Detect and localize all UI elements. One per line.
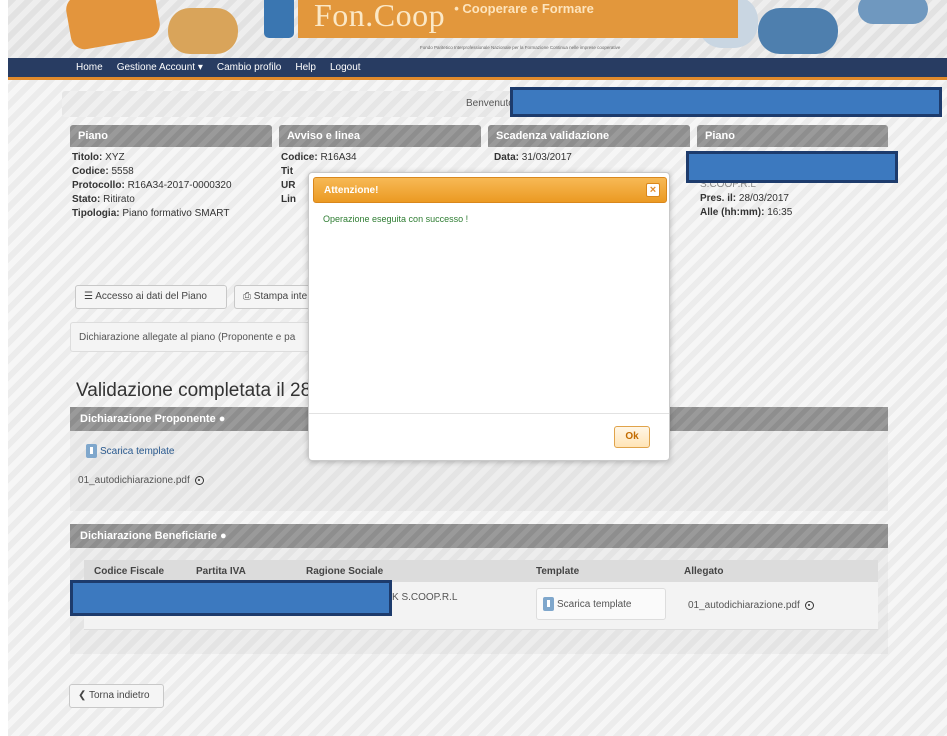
avviso-url-partial: UR <box>281 180 296 191</box>
allegato-file-label: 01_autodichiarazione.pdf <box>688 600 800 611</box>
puzzle-decoration <box>63 0 163 52</box>
protocollo-label: Protocollo: <box>72 180 125 191</box>
proponente-scarica-link[interactable]: Scarica template <box>86 444 174 458</box>
welcome-label: Benvenuto <box>466 98 514 109</box>
puzzle-decoration <box>858 0 928 24</box>
chevron-down-icon: ▾ <box>197 62 203 73</box>
puzzle-decoration <box>758 8 838 54</box>
stampa-button[interactable]: ⎙ Stampa inte <box>234 285 310 309</box>
panel-piano2-body: S.COOP.R.L Pres. il: 28/03/2017 Alle (hh… <box>700 178 888 220</box>
panel-piano2-title: Piano <box>697 125 888 147</box>
tipologia-label: Tipologia: <box>72 208 120 219</box>
download-icon <box>543 597 554 611</box>
tipologia-value: Piano formativo SMART <box>122 208 230 219</box>
nav-help[interactable]: Help <box>295 62 316 73</box>
logo-mark <box>264 0 294 38</box>
site-logo[interactable]: Fon.Coop • Cooperare e Formare <box>298 0 738 38</box>
page-background: Fon.Coop • Cooperare e Formare Fondo Par… <box>8 0 947 736</box>
close-icon[interactable]: × <box>646 183 660 197</box>
stampa-label: Stampa inte <box>253 291 308 302</box>
chevron-left-icon: ❮ <box>78 690 87 701</box>
accesso-dati-piano-label: Accesso ai dati del Piano <box>95 291 207 302</box>
proponente-file-label: 01_autodichiarazione.pdf <box>78 475 190 486</box>
accesso-dati-piano-button[interactable]: ☰ Accesso ai dati del Piano <box>75 285 227 309</box>
dialog-divider <box>309 413 669 414</box>
panel-avviso-title: Avviso e linea <box>279 125 481 147</box>
col-partita-iva: Partita IVA <box>196 566 246 577</box>
validation-title: Validazione completata il 28/0 <box>76 380 328 401</box>
pres-value: 28/03/2017 <box>738 193 789 204</box>
torna-indietro-button[interactable]: ❮ Torna indietro <box>69 684 164 708</box>
nav-gestione-account[interactable]: Gestione Account ▾ <box>117 62 203 73</box>
panel-scadenza-body: Data: 31/03/2017 <box>494 151 690 165</box>
redacted-company-name <box>686 151 898 183</box>
torna-indietro-label: Torna indietro <box>89 690 150 701</box>
nav-gestione-account-label: Gestione Account <box>116 62 196 73</box>
alle-label: Alle (hh:mm): <box>700 207 765 218</box>
main-navbar: Home Gestione Account ▾ Cambio profilo H… <box>8 58 947 80</box>
puzzle-decoration <box>168 8 238 54</box>
beneficiarie-title: Dichiarazione Beneficiarie <box>80 530 217 542</box>
logo-text: Fon.Coop <box>314 0 446 33</box>
scadenza-data-label: Data: <box>494 152 520 163</box>
scarica-template-label: Scarica template <box>557 598 632 610</box>
nav-cambio-profilo[interactable]: Cambio profilo <box>217 62 281 73</box>
alert-dialog: Attenzione! × Operazione eseguita con su… <box>308 172 670 461</box>
nav-logout[interactable]: Logout <box>330 62 361 73</box>
avviso-titolo-partial: Tit <box>281 166 294 177</box>
titolo-label: Titolo: <box>72 152 103 163</box>
codice-label: Codice: <box>72 166 109 177</box>
download-circle-icon <box>804 600 814 610</box>
panel-piano-body: Titolo: XYZ Codice: 5558 Protocollo: R16… <box>72 151 272 221</box>
beneficiarie-section-header: Dichiarazione Beneficiarie ● <box>70 524 888 548</box>
info-icon: ● <box>218 413 226 425</box>
col-allegato: Allegato <box>684 566 724 577</box>
redacted-user-name <box>510 87 942 117</box>
scarica-template-button[interactable]: Scarica template <box>536 588 666 620</box>
redacted-beneficiary-id <box>70 580 392 616</box>
scadenza-data-value: 31/03/2017 <box>521 152 572 163</box>
download-circle-icon <box>194 475 204 485</box>
avviso-codice-value: R16A34 <box>320 152 357 163</box>
beneficiarie-table-header: Codice Fiscale Partita IVA Ragione Socia… <box>84 560 878 582</box>
protocollo-value: R16A34-2017-0000320 <box>127 180 232 191</box>
stato-value: Ritirato <box>103 194 135 205</box>
panel-scadenza-title: Scadenza validazione <box>488 125 690 147</box>
nav-home[interactable]: Home <box>76 62 103 73</box>
logo-subtitle: Fondo Paritetico Interprofessionale Nazi… <box>420 45 621 50</box>
titolo-value: XYZ <box>105 152 125 163</box>
dichiarazione-bar[interactable]: Dichiarazione allegate al piano (Propone… <box>70 322 340 352</box>
col-template: Template <box>536 566 580 577</box>
ok-button[interactable]: Ok <box>614 426 650 448</box>
info-icon: ● <box>220 530 227 542</box>
allegato-cell[interactable]: 01_autodichiarazione.pdf <box>688 600 814 611</box>
col-codice-fiscale: Codice Fiscale <box>94 566 165 577</box>
col-ragione-sociale: Ragione Sociale <box>306 566 384 577</box>
logo-tagline: • Cooperare e Formare <box>454 1 594 16</box>
proponente-scarica-label: Scarica template <box>100 445 175 457</box>
list-icon: ☰ <box>84 291 93 302</box>
dialog-header: Attenzione! × <box>313 177 667 203</box>
header-banner: Fon.Coop • Cooperare e Formare Fondo Par… <box>8 0 947 58</box>
avviso-codice-label: Codice: <box>281 152 318 163</box>
pres-label: Pres. il: <box>700 193 737 204</box>
dialog-title: Attenzione! <box>324 185 379 196</box>
dialog-message: Operazione eseguita con successo ! <box>323 214 469 224</box>
ragione-sociale-cell: K S.COOP.R.L <box>392 592 458 603</box>
alle-value: 16:35 <box>767 207 793 218</box>
download-icon <box>86 444 97 458</box>
print-icon: ⎙ <box>243 291 251 302</box>
proponente-title: Dichiarazione Proponente <box>80 413 216 425</box>
stato-label: Stato: <box>72 194 101 205</box>
proponente-file[interactable]: 01_autodichiarazione.pdf <box>78 475 204 486</box>
panel-piano-title: Piano <box>70 125 272 147</box>
codice-value: 5558 <box>111 166 134 177</box>
avviso-linea-partial: Lin <box>281 194 296 205</box>
